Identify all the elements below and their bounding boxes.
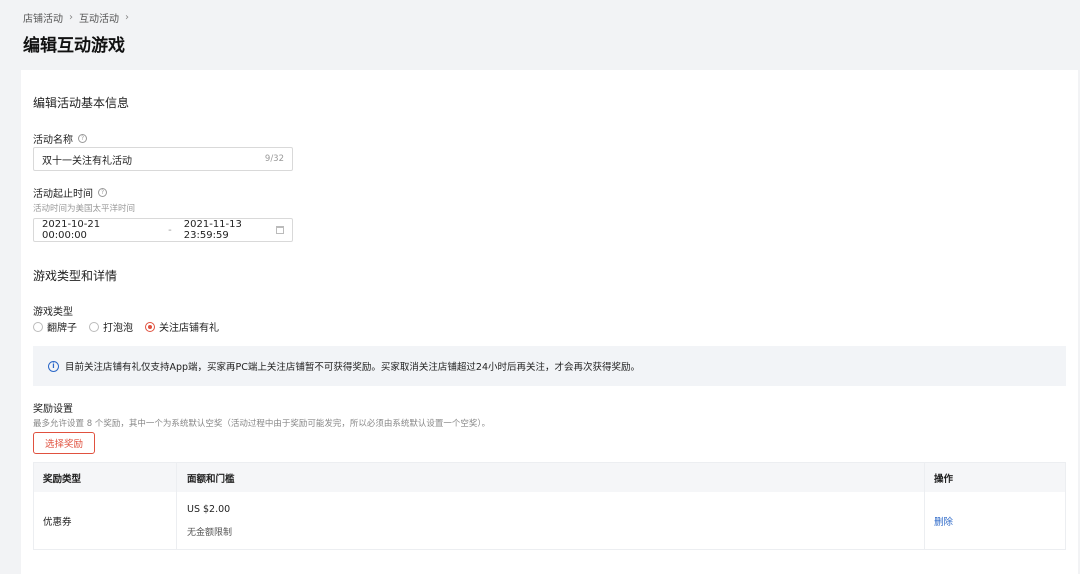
radio-follow-shop[interactable]: 关注店铺有礼 [145,319,219,334]
radio-label: 翻牌子 [47,323,77,334]
amount-value: US $2.00 [187,503,231,515]
threshold-value: 无金额限制 [187,527,233,538]
calendar-icon[interactable] [275,226,284,234]
time-hint: 活动时间为美国太平洋时间 [33,204,136,214]
info-icon: i [48,360,59,372]
breadcrumb-item-interactive[interactable]: 互动活动 [79,10,119,25]
column-header-action: 操作 [924,463,1065,492]
section-title-basic: 编辑活动基本信息 [33,96,130,110]
radio-dot[interactable] [89,321,99,332]
game-type-label: 游戏类型 [33,307,73,318]
column-header-amount: 面额和门槛 [176,463,924,492]
radio-dot-selected[interactable] [145,321,155,332]
reward-table: 奖励类型 面额和门槛 操作 优惠券 US $2.00 无金额限制 删除 [33,462,1066,550]
start-time[interactable]: 2021-10-21 00:00:00 [42,219,134,241]
select-reward-button[interactable]: 选择奖励 [33,432,95,454]
date-range-picker[interactable]: 2021-10-21 00:00:00 - 2021-11-13 23:59:5… [33,218,293,242]
action-cell: 删除 [924,492,1065,549]
page-title: 编辑互动游戏 [23,36,125,56]
activity-time-label-text: 活动起止时间 [33,189,93,200]
help-icon[interactable]: ? [98,188,107,197]
notice-banner: i 目前关注店铺有礼仅支持App端，买家再PC端上关注店铺暂不可获得奖励。买家取… [33,346,1066,386]
char-count: 9/32 [264,154,284,164]
radio-bubble[interactable]: 打泡泡 [89,319,133,334]
activity-time-label: 活动起止时间 ? [33,185,107,200]
radio-label: 打泡泡 [103,323,133,334]
form-card: 编辑活动基本信息 活动名称 ? 双十一关注有礼活动 9/32 活动起止时间 ? … [21,70,1078,574]
radio-label: 关注店铺有礼 [159,323,219,334]
end-time[interactable]: 2021-11-13 23:59:59 [184,219,276,241]
table-row: 优惠券 US $2.00 无金额限制 删除 [34,492,1065,549]
table-header: 奖励类型 面额和门槛 操作 [34,463,1065,492]
range-separator: - [168,224,172,236]
section-title-game: 游戏类型和详情 [33,269,118,283]
reward-hint: 最多允许设置 8 个奖励，其中一个为系统默认空奖（活动过程中由于奖励可能发完，所… [33,419,491,429]
chevron-right-icon: › [125,12,129,23]
notice-text: 目前关注店铺有礼仅支持App端，买家再PC端上关注店铺暂不可获得奖励。买家取消关… [65,362,641,373]
breadcrumb-item-shop-activity[interactable]: 店铺活动 [23,10,63,25]
help-icon[interactable]: ? [78,134,87,143]
amount-cell: US $2.00 无金额限制 [176,492,924,549]
delete-link[interactable]: 删除 [934,514,953,528]
activity-name-input[interactable]: 双十一关注有礼活动 9/32 [33,147,293,171]
breadcrumb: 店铺活动 › 互动活动 › [23,10,129,25]
activity-name-value: 双十一关注有礼活动 [42,155,132,167]
activity-name-label-text: 活动名称 [33,135,73,146]
game-type-radio-group: 翻牌子 打泡泡 关注店铺有礼 [33,319,219,334]
column-header-type: 奖励类型 [43,473,82,485]
activity-name-label: 活动名称 ? [33,131,87,146]
reward-settings-title: 奖励设置 [33,404,73,415]
radio-flip-card[interactable]: 翻牌子 [33,319,77,334]
reward-type-cell: 优惠券 [43,516,72,528]
radio-dot[interactable] [33,321,43,332]
chevron-right-icon: › [69,12,73,23]
